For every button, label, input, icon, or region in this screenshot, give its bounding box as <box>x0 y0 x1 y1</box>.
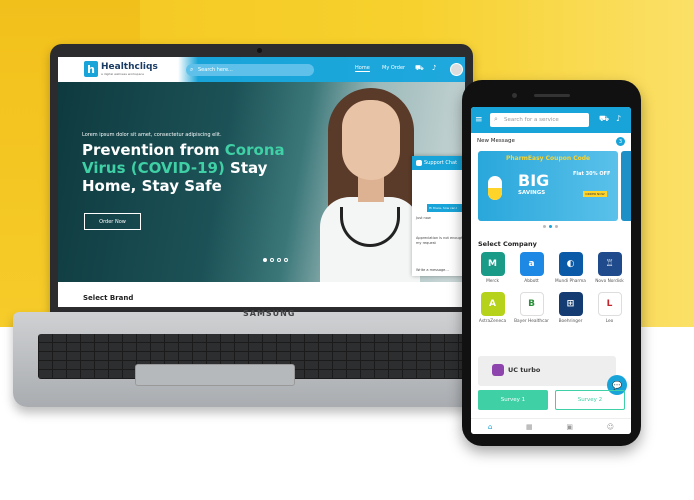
nav-my-order[interactable]: My Order <box>382 65 405 71</box>
order-now-button[interactable]: Order Now <box>84 213 141 230</box>
bayer-logo-icon: B <box>519 292 544 316</box>
phone-search-input[interactable]: ⌕ Search for a service <box>490 113 589 127</box>
abbott-logo-icon: a <box>519 252 544 276</box>
laptop-camera <box>257 48 262 53</box>
mundi-logo-icon: ◐ <box>558 252 583 276</box>
hero-title: Prevention from Corona Virus (COVID-19) … <box>82 141 285 195</box>
company-tile[interactable]: L Leo <box>590 292 629 324</box>
chat-input[interactable]: Write a message... <box>416 268 449 272</box>
laptop-lid: h Healthcliqs a digital wellness workspa… <box>50 44 473 314</box>
search-icon: ⌕ <box>190 66 194 73</box>
laptop-header: h Healthcliqs a digital wellness workspa… <box>58 57 465 82</box>
nav-home[interactable]: Home <box>355 65 370 72</box>
laptop-base <box>13 312 510 407</box>
select-company-title: Select Company <box>478 240 537 248</box>
logo[interactable]: h Healthcliqs a digital wellness workspa… <box>84 61 158 77</box>
company-tile[interactable]: ♖ Novo Nordisk <box>590 252 629 284</box>
carousel-dots[interactable] <box>263 258 288 262</box>
bottom-tab-bar: ⌂ ▦ ▣ ☺ <box>471 418 631 434</box>
survey-2-button[interactable]: Survey 2 <box>555 390 625 410</box>
logo-text: Healthcliqs <box>101 61 158 72</box>
boehringer-logo-icon: ⊞ <box>558 292 583 316</box>
novo-logo-icon: ♖ <box>597 252 622 276</box>
promo-banner[interactable]: PharmEasy Coupon Code BIG SAVINGS Flat 3… <box>478 151 618 221</box>
merck-logo-icon: M <box>480 252 505 276</box>
company-tile[interactable]: A AstraZeneca <box>473 292 512 324</box>
message-badge[interactable]: 3 <box>616 137 625 146</box>
menu-icon[interactable]: ≡ <box>475 115 483 125</box>
carousel-dots[interactable] <box>543 225 558 228</box>
home-icon[interactable]: ⌂ <box>488 423 492 431</box>
promo-order-button[interactable]: ORDER NOW <box>583 191 607 197</box>
doctor-image <box>320 82 420 287</box>
promo-banner-next[interactable] <box>621 151 631 221</box>
laptop-screen: h Healthcliqs a digital wellness workspa… <box>58 57 465 307</box>
chat-title: Support Chat <box>412 156 465 170</box>
company-tile[interactable]: ⊞ Boehringer <box>551 292 590 324</box>
leo-logo-icon: L <box>597 292 622 316</box>
company-grid: M Merck a Abbott ◐ Mundi Pharma ♖ Novo Nordi… <box>473 252 629 324</box>
profile-icon[interactable]: ☺ <box>607 423 614 431</box>
astrazeneca-logo-icon: A <box>480 292 505 316</box>
section-title: Select Brand <box>83 294 134 302</box>
cart-icon[interactable]: ⛟ <box>415 64 424 73</box>
company-tile[interactable]: M Merck <box>473 252 512 284</box>
chat-bubble: Hi there, how can I <box>427 204 465 212</box>
bell-icon[interactable]: ♪ <box>432 64 436 72</box>
avatar[interactable] <box>450 63 463 76</box>
phone: ≡ ⌕ Search for a service ⛟ ♪ New Message… <box>462 80 641 446</box>
logo-tagline: a digital wellness workspace <box>101 71 144 76</box>
phone-header: ≡ ⌕ Search for a service ⛟ ♪ <box>471 107 631 133</box>
hero-banner: Lorem ipsum dolor sit amet, consectetur … <box>58 82 465 287</box>
touchpad <box>135 364 295 386</box>
bell-icon[interactable]: ♪ <box>616 114 621 123</box>
new-message-label: New Message <box>477 138 515 144</box>
phone-camera <box>512 93 517 98</box>
company-tile[interactable]: ◐ Mundi Pharma <box>551 252 590 284</box>
uc-icon <box>492 364 504 376</box>
survey-1-button[interactable]: Survey 1 <box>478 390 548 410</box>
company-tile[interactable]: a Abbott <box>512 252 551 284</box>
logo-icon: h <box>84 61 98 77</box>
search-input[interactable]: ⌕ Search here... <box>186 64 314 76</box>
search-icon: ⌕ <box>494 115 498 123</box>
grid-icon[interactable]: ▦ <box>526 423 533 431</box>
company-tile[interactable]: B Bayer Healthcar <box>512 292 551 324</box>
hero-subtitle: Lorem ipsum dolor sit amet, consectetur … <box>82 132 222 138</box>
orders-icon[interactable]: ▣ <box>566 423 573 431</box>
select-brand-section: Select Brand <box>58 282 465 307</box>
support-chat-widget[interactable]: Support Chat Hi there, how can I Just no… <box>412 156 465 276</box>
phone-speaker <box>534 94 570 97</box>
brand-mark: SAMSUNG <box>243 309 296 318</box>
phone-screen: ≡ ⌕ Search for a service ⛟ ♪ New Message… <box>471 107 631 434</box>
uc-turbo-banner[interactable]: UC turbo <box>478 356 616 386</box>
cart-icon[interactable]: ⛟ <box>599 114 609 124</box>
